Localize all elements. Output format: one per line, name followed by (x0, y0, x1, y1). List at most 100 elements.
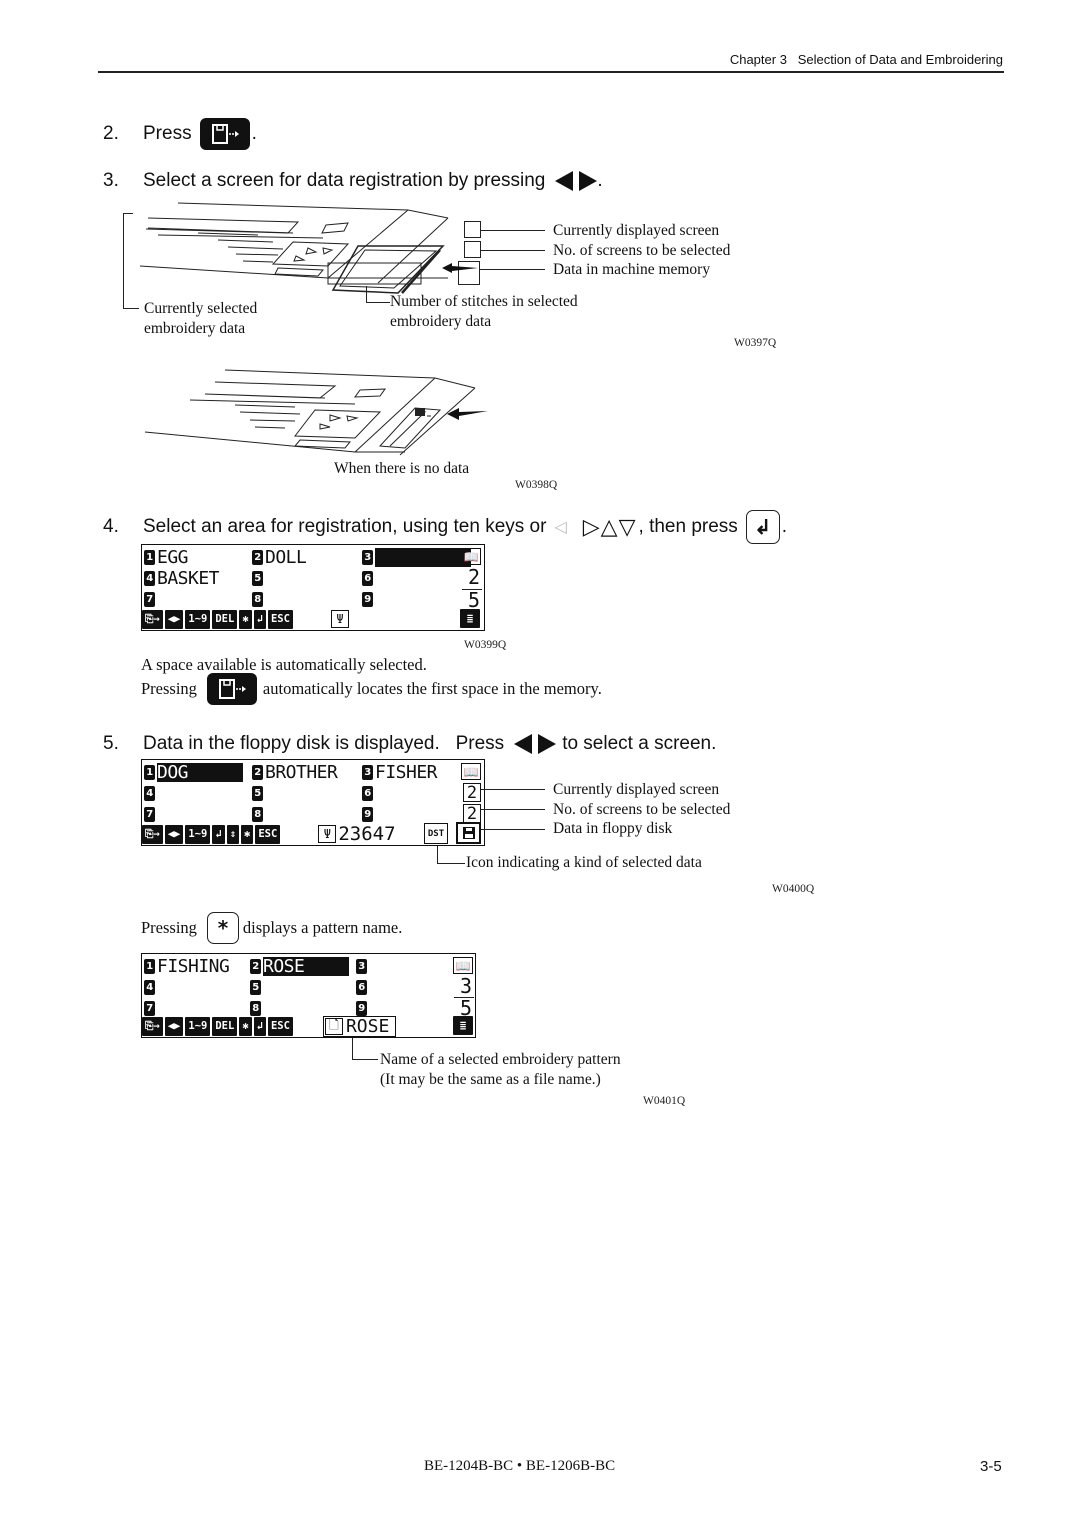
step-5: 5. Data in the floppy disk is displayed.… (103, 733, 716, 755)
asterisk-button[interactable]: ✱ (239, 1016, 252, 1036)
enter-button[interactable]: ↲ (253, 1016, 266, 1036)
figure-code: W0399Q (464, 639, 507, 651)
lcd-cell-2[interactable]: 2 DOLL (252, 547, 307, 568)
lcd-cell-4[interactable]: 4 (144, 783, 157, 804)
leader-line (352, 1038, 353, 1059)
slot-number-badge: 5 (252, 786, 263, 801)
lcd-cell-8[interactable]: 8 (252, 589, 265, 610)
lcd-cell-6[interactable]: 6 (362, 783, 375, 804)
enter-button[interactable]: ↲ (253, 609, 266, 629)
callout-line: Name of a selected embroidery pattern (380, 1051, 621, 1068)
note-text: displays a pattern name. (242, 918, 403, 937)
bracket-line (123, 308, 139, 309)
lcd-cell-5[interactable]: 5 (252, 783, 265, 804)
floppy-exit-key-icon (199, 118, 250, 150)
floppy-exit-button[interactable]: ⎘→ (142, 609, 163, 629)
callout-number-of-stitches: Number of stitches in selected embroider… (390, 292, 578, 332)
slot-number-badge: 7 (144, 592, 155, 607)
callout-data-kind-icon: Icon indicating a kind of selected data (466, 854, 702, 871)
asterisk-button[interactable]: ✱ (239, 609, 252, 629)
lcd-cell-4[interactable]: 4 (144, 977, 157, 998)
escape-button[interactable]: ESC (267, 609, 293, 629)
enter-button[interactable]: ↲ (212, 824, 225, 844)
indicator-box (464, 241, 481, 258)
lcd-cell-3[interactable]: 3 (356, 956, 369, 977)
left-right-button[interactable]: ◀▶ (164, 824, 184, 844)
slot-number-badge: 8 (250, 1001, 261, 1016)
slot-number-badge: 3 (356, 959, 367, 974)
ten-keys-button[interactable]: 1~9 (185, 1016, 211, 1036)
delete-button[interactable]: DEL (212, 1016, 238, 1036)
callout-line: Number of stitches in selected (390, 293, 578, 310)
needle-icon: Ψ (330, 610, 349, 628)
stitch-scroll-button[interactable]: ⇕ (226, 824, 240, 844)
lcd-screen-memory: 1 EGG 2 DOLL 3 4 BASKET 5 6 7 8 9 📖 2 5 ⎘→ … (141, 544, 485, 631)
slot-label: BROTHER (265, 762, 338, 783)
leader-line (481, 250, 545, 251)
leader-line (481, 809, 545, 810)
slot-number-badge: 4 (144, 571, 155, 586)
lcd-cell-7[interactable]: 7 (144, 804, 157, 825)
lcd-cell-2[interactable]: 2 ROSE (250, 956, 349, 977)
lcd-cell-1[interactable]: 1 FISHING (144, 956, 230, 977)
escape-button[interactable]: ESC (255, 824, 281, 844)
floppy-exit-button[interactable]: ⎘→ (142, 824, 163, 844)
data-type-icon: DST (424, 823, 448, 844)
direction-arrows-icon: ▷△▽ (582, 514, 637, 539)
leader-line (437, 846, 438, 863)
callout-line: (It may be the same as a file name.) (380, 1071, 601, 1088)
asterisk-key-icon: * (206, 912, 239, 944)
left-right-button[interactable]: ◀▶ (164, 609, 184, 629)
lcd-cell-2[interactable]: 2 BROTHER (252, 762, 338, 783)
lcd-cell-1[interactable]: 1 EGG (144, 547, 189, 568)
lcd-cell-9[interactable]: 9 (362, 589, 375, 610)
ten-keys-button[interactable]: 1~9 (185, 609, 211, 629)
memory-icon: ≣ (460, 609, 480, 628)
lcd-cell-6[interactable]: 6 (356, 977, 369, 998)
lcd-cell-4[interactable]: 4 BASKET (144, 568, 220, 589)
left-right-button[interactable]: ◀▶ (164, 1016, 184, 1036)
indicator-box (464, 221, 481, 238)
escape-button[interactable]: ESC (267, 1016, 293, 1036)
step-text-end: . (251, 123, 257, 144)
memory-icon: ≣ (453, 1016, 473, 1035)
arrow-icon (442, 263, 478, 273)
slot-number-badge: 3 (362, 550, 373, 565)
slot-number-badge: 8 (252, 807, 263, 822)
step-3: 3. Select a screen for data registration… (103, 170, 603, 192)
callout-pattern-name: Name of a selected embroidery pattern (I… (380, 1050, 621, 1090)
slot-label: BASKET (157, 568, 220, 589)
floppy-exit-button[interactable]: ⎘→ (142, 1016, 163, 1036)
slot-number-badge: 2 (252, 550, 263, 565)
leader-line (480, 269, 545, 270)
lcd-screen-pattern-name: 1 FISHING 2 ROSE 3 4 5 6 7 8 9 📖 3 5 ⎘→ ◀▶… (141, 953, 476, 1038)
lcd-cell-5[interactable]: 5 (250, 977, 263, 998)
pattern-name-box: 🗋 ROSE (322, 1015, 397, 1037)
current-screen-number: 2 (463, 783, 481, 803)
step-number: 2. (103, 123, 119, 144)
caption-no-data: When there is no data (334, 460, 470, 477)
step-text-middle: , then press (638, 516, 738, 537)
delete-button[interactable]: DEL (212, 609, 238, 629)
lcd-cell-9[interactable]: 9 (362, 804, 375, 825)
lcd-cell-5[interactable]: 5 (252, 568, 265, 589)
lcd-cell-1[interactable]: 1 DOG (144, 762, 243, 783)
stitch-count: 23647 (338, 823, 396, 845)
asterisk-button[interactable]: ✱ (241, 824, 254, 844)
lcd-cell-3[interactable]: 3 (362, 547, 471, 568)
callout-line: Currently selected (144, 300, 258, 317)
ten-keys-button[interactable]: 1~9 (185, 824, 211, 844)
slot-number-badge: 7 (144, 807, 155, 822)
floppy-disk-icon (456, 822, 481, 844)
lcd-cell-6[interactable]: 6 (362, 568, 375, 589)
slot-number-badge: 9 (362, 592, 373, 607)
lcd-cell-8[interactable]: 8 (252, 804, 265, 825)
slot-number-badge: 6 (356, 980, 367, 995)
step-text: Data in the floppy disk is displayed. Pr… (143, 733, 505, 754)
page-number: 3-5 (980, 1458, 1002, 1475)
document-icon: 🗋 (324, 1017, 343, 1035)
lcd-cell-3[interactable]: 3 FISHER (362, 762, 438, 783)
slot-number-badge: 8 (252, 592, 263, 607)
lcd-cell-7[interactable]: 7 (144, 589, 157, 610)
right-triangle-key-icon (538, 734, 557, 754)
